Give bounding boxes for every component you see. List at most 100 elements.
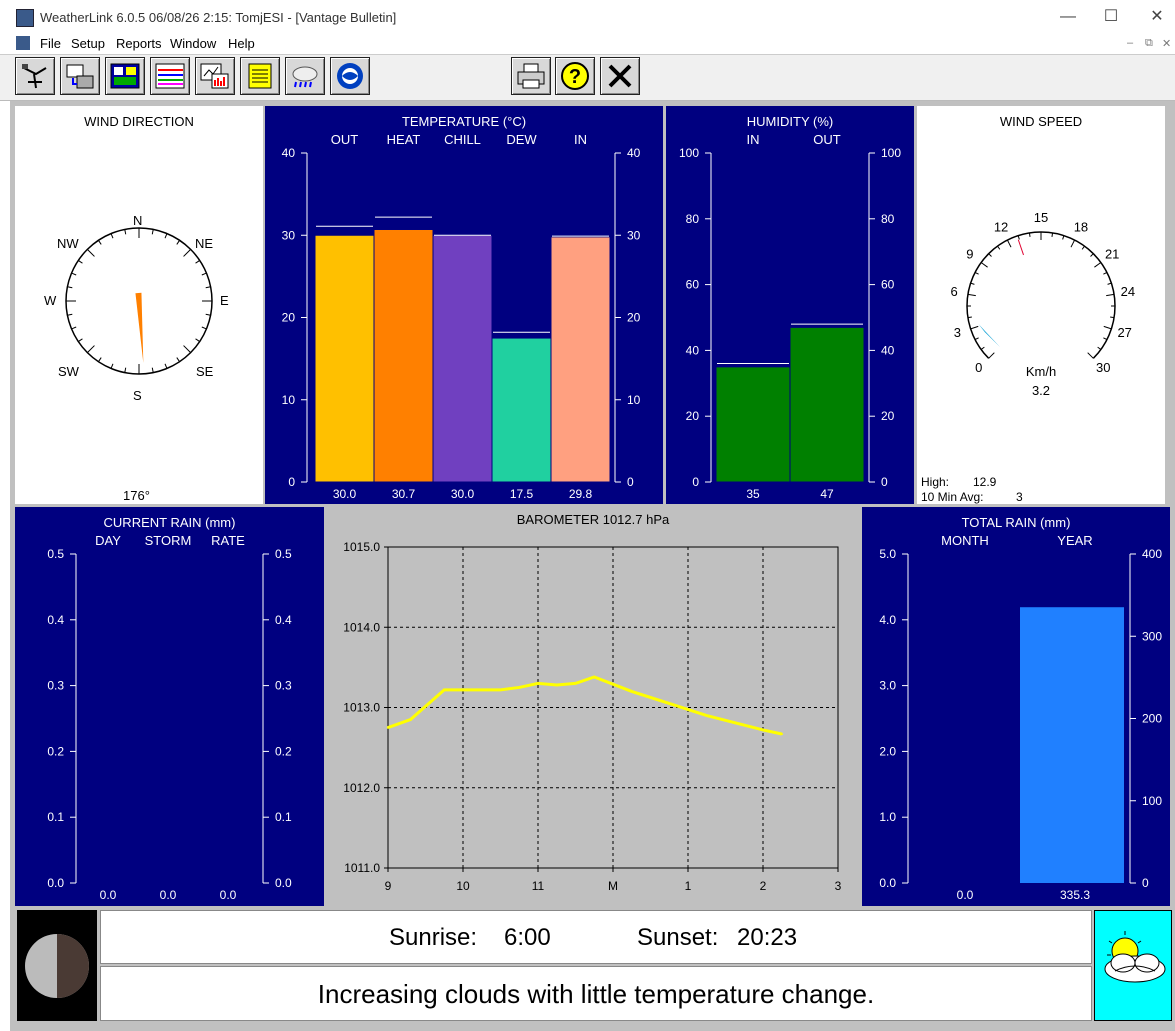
current-rain-tick-label-right: 0.1: [275, 810, 292, 824]
gauge-tick-label: 9: [966, 246, 973, 261]
print-icon: [517, 63, 545, 89]
temperature-value-label: 30.0: [451, 487, 475, 501]
current-rain-column-label: RATE: [211, 533, 245, 548]
barometer-data-point: [574, 682, 577, 685]
temperature-tick-label-right: 20: [627, 311, 641, 325]
station-button[interactable]: [15, 57, 55, 95]
current-rain-chart: 0.5 0.4 0.3 0.2 0.1 0.0 0.5 0.4 0.3 0.2 0.1 0.0 DAY S…: [47, 533, 292, 902]
gauge-tick: [974, 337, 979, 341]
humidity-tick-label-right: 80: [881, 212, 895, 226]
wind-speed-panel: WIND SPEED 0 3 6 9 12 15 18 21 24 27 30 Km/h 3.2 H…: [917, 106, 1165, 504]
gauge-tick: [1051, 232, 1054, 237]
compass-label-e: E: [220, 293, 229, 308]
current-rain-tick-label-left: 0.1: [47, 810, 64, 824]
sunrise-value: 6:00: [504, 924, 551, 951]
total-rain-tick-label-left: 5.0: [879, 547, 896, 561]
menu-setup[interactable]: Setup: [71, 36, 105, 51]
mdi-minimize-button[interactable]: –: [1127, 37, 1133, 49]
strip-chart-button[interactable]: [150, 57, 190, 95]
total-rain-tick-label-left: 1.0: [879, 810, 896, 824]
moon-phase-panel: [17, 910, 97, 1021]
total-rain-tick-label-right: 300: [1142, 629, 1162, 643]
barometer-series-line: [387, 675, 783, 736]
gauge-tick: [980, 262, 988, 268]
mdi-close-button[interactable]: ✕: [1162, 37, 1171, 50]
temperature-column-label: HEAT: [387, 132, 421, 147]
temperature-value-label: 30.0: [333, 487, 357, 501]
barometer-panel: BAROMETER 1012.7 hPa 1015.0 1014.0 1013.0 1…: [327, 507, 859, 906]
exit-button[interactable]: [600, 57, 640, 95]
help-button[interactable]: ?: [555, 57, 595, 95]
gauge-tick-label: 24: [1121, 284, 1135, 299]
bulletin-button[interactable]: [105, 57, 145, 95]
wind-high-label: High:: [921, 475, 950, 489]
mdi-restore-button[interactable]: ⧉: [1145, 37, 1153, 50]
document-icon[interactable]: [16, 36, 30, 50]
total-rain-tick-label-right: 400: [1142, 547, 1162, 561]
summary-icon: [200, 63, 229, 89]
gauge-tick: [1070, 239, 1076, 248]
temperature-tick-label-left: 10: [282, 393, 296, 407]
humidity-tick-label-left: 20: [686, 409, 700, 423]
sunset-label: Sunset:: [637, 924, 719, 951]
barometer-data-point: [536, 682, 540, 685]
minimize-button[interactable]: —: [1051, 6, 1085, 28]
gauge-tick: [1103, 325, 1112, 330]
temperature-bar: [373, 228, 434, 483]
compass-label-nw: NW: [57, 236, 79, 251]
gauge-tick: [997, 245, 1001, 250]
barometer-data-point: [705, 714, 708, 717]
maximize-button[interactable]: ☐: [1094, 6, 1128, 28]
wind-avg-value: 3: [1016, 490, 1023, 504]
summary-button[interactable]: [195, 57, 235, 95]
total-rain-column-label: YEAR: [1057, 533, 1092, 548]
notepad-icon: [248, 63, 272, 89]
current-rain-column-label: DAY: [95, 533, 121, 548]
barometer-x-tick-label: 10: [456, 879, 470, 893]
compass-label-n: N: [133, 213, 143, 228]
download-button[interactable]: [60, 57, 100, 95]
humidity-tick-label-right: 60: [881, 278, 895, 292]
total-rain-tick-label-left: 2.0: [879, 744, 896, 758]
gauge-tick: [988, 253, 992, 257]
current-rain-tick-label-left: 0.4: [47, 613, 64, 627]
forecast-icon-panel: [1094, 910, 1172, 1021]
notepad-button[interactable]: [240, 57, 280, 95]
current-rain-tick-label-right: 0.4: [275, 613, 292, 627]
close-window-button[interactable]: ✕: [1140, 6, 1174, 28]
gauge-tick: [1097, 346, 1102, 350]
gauge-tick-label: 18: [1074, 220, 1088, 235]
humidity-chart: 100 80 60 40 20 0 100 80 60 40 20 0 IN OUT 35 47: [679, 132, 901, 501]
total-rain-value-label: 335.3: [1060, 888, 1090, 902]
temperature-tick-label-left: 40: [282, 146, 296, 160]
station-icon: [22, 64, 47, 89]
menu-help[interactable]: Help: [228, 36, 255, 51]
total-rain-chart: 5.0 4.0 3.0 2.0 1.0 0.0 400 300 200 100 0 MONTH YEAR…: [879, 533, 1162, 902]
temperature-bar: [550, 236, 611, 483]
barometer-y-tick-label: 1014.0: [343, 620, 380, 634]
menu-file[interactable]: File: [40, 36, 61, 51]
barometer-y-tick-label: 1013.0: [343, 701, 380, 715]
noaa-button[interactable]: [330, 57, 370, 95]
barometer-data-point: [593, 675, 596, 679]
weather-button[interactable]: [285, 57, 325, 95]
partly-cloudy-icon: [1104, 931, 1166, 983]
help-icon: ?: [561, 62, 589, 90]
gauge-tick: [1017, 235, 1020, 240]
gauge-tick: [1107, 282, 1112, 285]
menu-window[interactable]: Window: [170, 36, 216, 51]
gauge-tick: [970, 325, 979, 330]
temperature-tick-label-right: 30: [627, 228, 641, 242]
print-button[interactable]: [511, 57, 551, 95]
humidity-value-label: 35: [746, 487, 760, 501]
svg-text:?: ?: [569, 66, 581, 88]
gauge-tick: [970, 282, 975, 285]
menu-reports[interactable]: Reports: [116, 36, 162, 51]
current-rain-column-label: STORM: [145, 533, 192, 548]
current-rain-value-label: 0.0: [160, 888, 177, 902]
gauge-tick-label: 27: [1117, 325, 1131, 340]
gauge-tick-label: 21: [1105, 246, 1119, 261]
barometer-data-point: [409, 718, 412, 721]
current-rain-tick-label-right: 0.3: [275, 679, 292, 693]
barometer-x-tick-label: 2: [760, 879, 767, 893]
